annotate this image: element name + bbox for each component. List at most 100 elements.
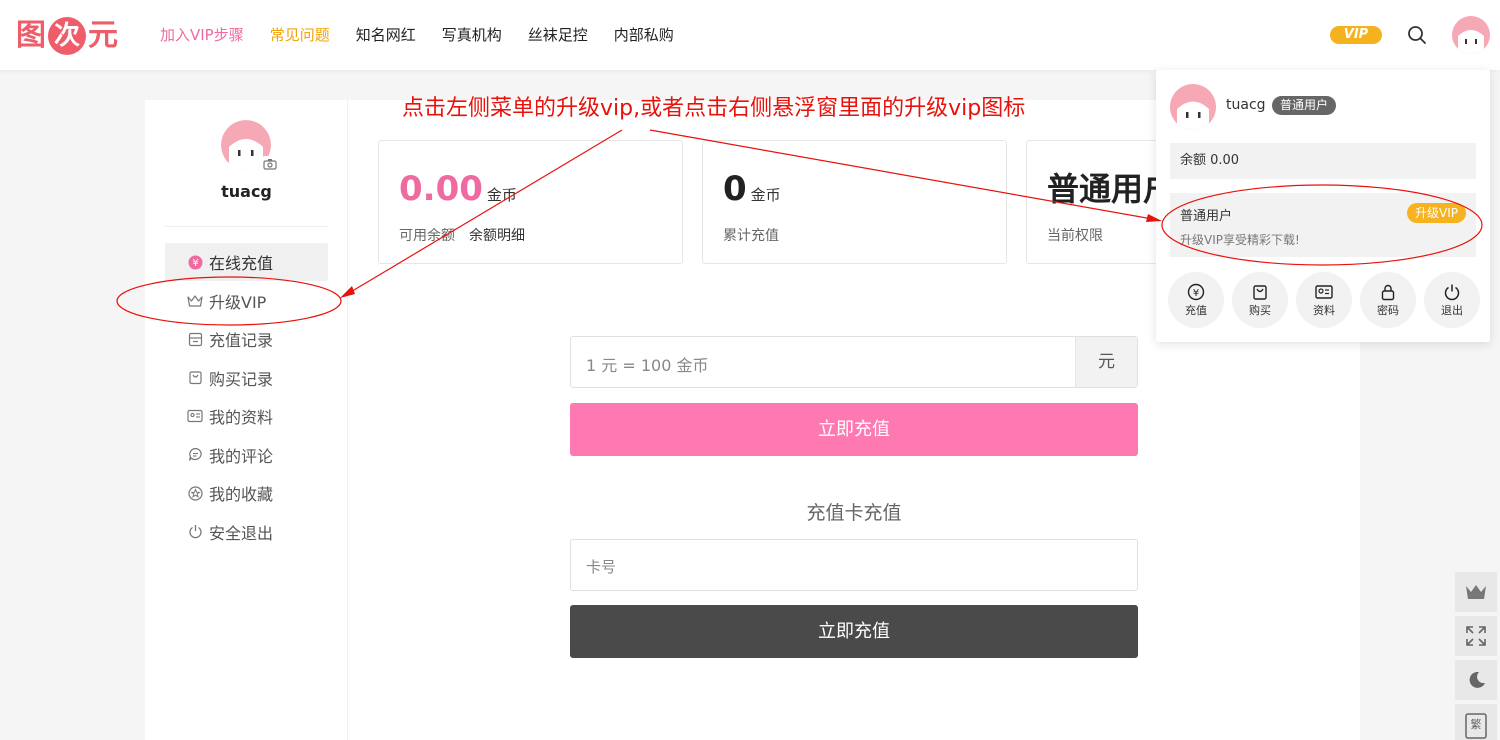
action-label: 资料 <box>1313 303 1335 317</box>
popup-action-purchase[interactable]: 购买 <box>1232 272 1288 328</box>
power-icon <box>187 524 203 540</box>
sidebar-item-label: 我的评论 <box>209 446 274 466</box>
sidebar-item-purchase-record[interactable]: 购买记录 <box>165 359 328 397</box>
amount-input[interactable]: 1 元 = 100 金币 元 <box>570 336 1138 388</box>
sidebar-item-profile[interactable]: 我的资料 <box>165 397 328 435</box>
svg-text:繁: 繁 <box>1471 717 1482 731</box>
header-avatar[interactable] <box>1452 16 1490 54</box>
sidebar-item-recharge-record[interactable]: 充值记录 <box>165 320 328 358</box>
site-logo[interactable]: 图 次 元 <box>16 16 118 56</box>
balance-value: 0.00 <box>399 169 483 209</box>
crown-icon <box>1466 585 1486 599</box>
action-label: 购买 <box>1249 303 1271 317</box>
popup-upgrade-vip-button[interactable]: 升级VIP <box>1407 203 1466 223</box>
card-number-placeholder: 卡号 <box>586 558 617 576</box>
comment-icon <box>187 447 203 463</box>
amount-suffix: 元 <box>1075 337 1137 387</box>
vip-badge[interactable]: VIP <box>1330 26 1382 44</box>
sidebar-menu: ¥ 在线充值 升级VIP 充值记录 购买记录 我的资料 我的评论 我的收藏 安全… <box>165 243 328 551</box>
sidebar-item-label: 安全退出 <box>209 523 274 543</box>
annotation-text: 点击左侧菜单的升级vip,或者点击右侧悬浮窗里面的升级vip图标 <box>402 96 1026 121</box>
float-translate-button[interactable]: 繁 <box>1455 704 1497 740</box>
popup-action-profile[interactable]: 资料 <box>1296 272 1352 328</box>
popup-actions: ¥ 充值 购买 资料 密码 退出 <box>1168 272 1480 328</box>
sidebar-item-label: 升级VIP <box>209 292 267 312</box>
site-header: 图 次 元 加入VIP步骤 常见问题 知名网红 写真机构 丝袜足控 内部私购 V… <box>0 0 1500 70</box>
popup-action-recharge[interactable]: ¥ 充值 <box>1168 272 1224 328</box>
user-sidebar: tuacg ¥ 在线充值 升级VIP 充值记录 购买记录 我的资料 我的评论 我… <box>145 100 348 740</box>
balance-label: 可用余额 <box>399 228 455 244</box>
action-label: 充值 <box>1185 303 1207 317</box>
svg-text:¥: ¥ <box>192 258 198 269</box>
popup-avatar[interactable] <box>1170 84 1216 130</box>
main-nav: 加入VIP步骤 常见问题 知名网红 写真机构 丝袜足控 内部私购 <box>160 24 700 46</box>
balance-card: 0.00 金币 可用余额 余额明细 <box>378 140 683 264</box>
total-recharge-value-wrap: 0 金币 <box>723 169 781 215</box>
sidebar-avatar[interactable] <box>221 120 278 172</box>
camera-icon[interactable] <box>262 156 278 172</box>
profile-card-icon <box>187 408 203 424</box>
total-recharge-value: 0 <box>723 169 747 209</box>
popup-level-badge: 普通用户 <box>1272 96 1337 115</box>
yen-icon: ¥ <box>187 254 203 270</box>
permission-label: 当前权限 <box>1047 228 1103 244</box>
power-icon <box>1444 284 1460 300</box>
expand-icon <box>1466 626 1486 646</box>
nav-influencers[interactable]: 知名网红 <box>356 24 416 46</box>
total-recharge-unit: 金币 <box>750 186 781 204</box>
total-recharge-label: 累计充值 <box>723 228 779 244</box>
logo-char-2: 次 <box>48 17 86 55</box>
balance-value-wrap: 0.00 金币 <box>399 169 517 215</box>
balance-unit: 金币 <box>486 186 517 204</box>
float-dark-mode-button[interactable] <box>1455 660 1497 700</box>
search-icon[interactable] <box>1406 24 1428 46</box>
bag-icon <box>187 370 203 386</box>
moon-icon <box>1469 671 1485 688</box>
bag-icon <box>1253 284 1267 300</box>
sidebar-item-logout[interactable]: 安全退出 <box>165 513 328 551</box>
nav-join-vip[interactable]: 加入VIP步骤 <box>160 24 244 46</box>
user-popup: tuacg 普通用户 余额 0.00 普通用户 升级VIP 升级VIP享受精彩下… <box>1156 70 1490 342</box>
action-label: 密码 <box>1377 303 1399 317</box>
sidebar-item-comments[interactable]: 我的评论 <box>165 436 328 474</box>
nav-private[interactable]: 内部私购 <box>614 24 674 46</box>
balance-detail-link[interactable]: 余额明细 <box>469 228 525 244</box>
popup-username: tuacg <box>1226 97 1266 113</box>
divider <box>165 226 328 227</box>
nav-stockings[interactable]: 丝袜足控 <box>528 24 588 46</box>
nav-studios[interactable]: 写真机构 <box>442 24 502 46</box>
float-vip-button[interactable] <box>1455 572 1497 612</box>
star-icon <box>187 485 203 501</box>
logo-char-1: 图 <box>16 18 46 53</box>
float-fullscreen-button[interactable] <box>1455 616 1497 656</box>
profile-card-icon <box>1315 284 1333 299</box>
sidebar-item-favorites[interactable]: 我的收藏 <box>165 474 328 512</box>
card-recharge-title: 充值卡充值 <box>806 502 902 524</box>
amount-placeholder: 1 元 = 100 金币 <box>586 356 709 375</box>
sidebar-item-label: 我的收藏 <box>209 485 274 504</box>
recharge-button[interactable]: 立即充值 <box>570 403 1138 456</box>
yen-circle-icon: ¥ <box>1187 283 1205 300</box>
svg-text:¥: ¥ <box>1193 287 1199 298</box>
record-icon <box>187 331 203 347</box>
popup-action-logout[interactable]: 退出 <box>1424 272 1480 328</box>
sidebar-item-label: 充值记录 <box>209 331 274 350</box>
sidebar-item-recharge[interactable]: ¥ 在线充值 <box>165 243 328 281</box>
card-recharge-button[interactable]: 立即充值 <box>570 605 1138 658</box>
sidebar-item-label: 购买记录 <box>209 369 274 389</box>
total-recharge-card: 0 金币 累计充值 <box>702 140 1007 264</box>
sidebar-username: tuacg <box>221 182 272 201</box>
popup-vip-title: 普通用户 <box>1180 209 1233 224</box>
crown-icon <box>187 293 203 309</box>
popup-balance: 余额 0.00 <box>1170 143 1476 179</box>
card-number-input[interactable]: 卡号 <box>570 539 1138 591</box>
sidebar-item-upgrade-vip[interactable]: 升级VIP <box>165 282 328 320</box>
nav-faq[interactable]: 常见问题 <box>270 24 330 46</box>
logo-char-3: 元 <box>88 18 118 53</box>
popup-action-password[interactable]: 密码 <box>1360 272 1416 328</box>
action-label: 退出 <box>1441 303 1463 317</box>
popup-vip-box: 普通用户 升级VIP 升级VIP享受精彩下载! <box>1170 193 1476 257</box>
balance-label-wrap: 可用余额 余额明细 <box>399 225 525 245</box>
sidebar-item-label: 我的资料 <box>209 408 274 427</box>
lock-icon <box>1381 284 1395 300</box>
